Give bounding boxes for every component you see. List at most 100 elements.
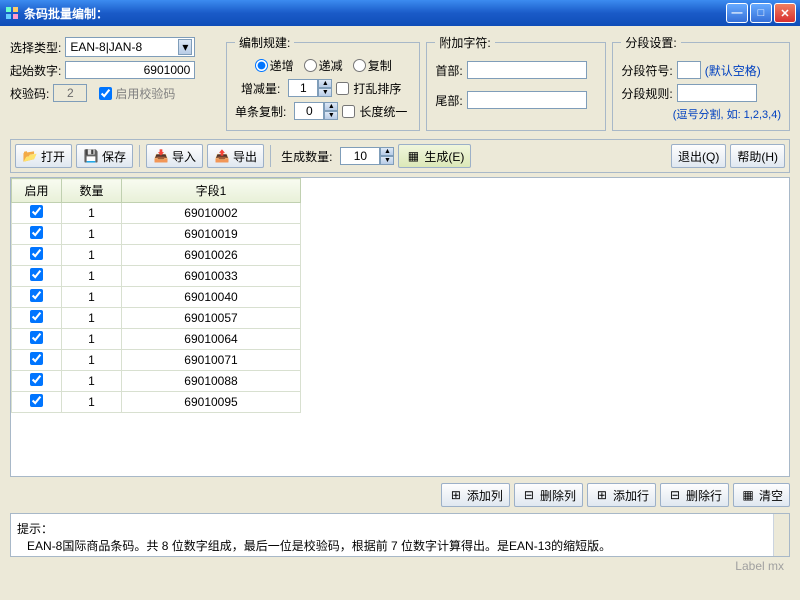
add-col-icon: ⊞ <box>448 487 464 503</box>
table-row[interactable]: 169010057 <box>12 308 301 329</box>
step-spinner[interactable]: ▲▼ <box>288 79 332 97</box>
title-bar: 条码批量编制： — □ ✕ <box>0 0 800 26</box>
seg-hint: (逗号分割, 如: 1,2,3,4) <box>621 106 781 122</box>
chevron-down-icon: ▾ <box>178 39 192 55</box>
row-field1: 69010071 <box>122 350 301 371</box>
row-field1: 69010026 <box>122 245 301 266</box>
seg-symbol-label: 分段符号: <box>621 62 672 79</box>
clear-button[interactable]: ▦清空 <box>733 483 790 507</box>
row-qty: 1 <box>62 371 122 392</box>
type-value: EAN-8|JAN-8 <box>70 40 142 54</box>
row-field1: 69010019 <box>122 224 301 245</box>
clear-icon: ▦ <box>740 487 756 503</box>
row-enable-checkbox[interactable] <box>30 331 43 344</box>
seg-default-link[interactable]: (默认空格) <box>705 62 761 79</box>
row-enable-checkbox[interactable] <box>30 247 43 260</box>
append-legend: 附加字符: <box>435 34 494 51</box>
exit-button[interactable]: 退出(Q) <box>671 144 726 168</box>
scrollbar[interactable] <box>773 514 789 556</box>
col-qty[interactable]: 数量 <box>62 179 122 203</box>
shuffle-checkbox[interactable] <box>336 82 349 95</box>
row-qty: 1 <box>62 329 122 350</box>
table-row[interactable]: 169010019 <box>12 224 301 245</box>
start-number-input[interactable] <box>65 61 195 79</box>
segment-legend: 分段设置: <box>621 34 680 51</box>
settings-row: 选择类型: EAN-8|JAN-8 ▾ 起始数字: 校验码: 启用校验码 编制规… <box>10 34 790 131</box>
head-input[interactable] <box>467 61 587 79</box>
rules-group: 编制规建: 递增 递减 复制 增减量: ▲▼ 打乱排序 单条复制: ▲▼ 长度统… <box>226 34 420 131</box>
row-enable-checkbox[interactable] <box>30 226 43 239</box>
table-row[interactable]: 169010040 <box>12 287 301 308</box>
radio-copy[interactable] <box>353 59 366 72</box>
table-row[interactable]: 169010026 <box>12 245 301 266</box>
hint-box: 提示： EAN-8国际商品条码。共 8 位数字组成，最后一位是校验码，根据前 7… <box>10 513 790 557</box>
append-group: 附加字符: 首部: 尾部: <box>426 34 606 131</box>
footer-brand: Label mx <box>10 557 790 573</box>
maximize-button[interactable]: □ <box>750 3 772 23</box>
seg-rule-label: 分段规则: <box>621 85 672 102</box>
repeat-label: 单条复制: <box>235 103 286 120</box>
add-col-button[interactable]: ⊞添加列 <box>441 483 510 507</box>
data-table-container[interactable]: 启用 数量 字段1 169010002169010019169010026169… <box>10 177 790 477</box>
type-combo[interactable]: EAN-8|JAN-8 ▾ <box>65 37 195 57</box>
row-enable-checkbox[interactable] <box>30 289 43 302</box>
gen-count-spinner[interactable]: ▲▼ <box>340 147 394 165</box>
table-row[interactable]: 169010071 <box>12 350 301 371</box>
export-icon: 📤 <box>214 148 230 164</box>
add-row-icon: ⊞ <box>594 487 610 503</box>
add-row-button[interactable]: ⊞添加行 <box>587 483 656 507</box>
help-button[interactable]: 帮助(H) <box>730 144 785 168</box>
row-qty: 1 <box>62 245 122 266</box>
del-col-button[interactable]: ⊟删除列 <box>514 483 583 507</box>
row-field1: 69010057 <box>122 308 301 329</box>
row-field1: 69010033 <box>122 266 301 287</box>
row-enable-checkbox[interactable] <box>30 394 43 407</box>
window-title: 条码批量编制： <box>24 5 108 22</box>
uniform-length-checkbox[interactable] <box>342 105 355 118</box>
row-qty: 1 <box>62 350 122 371</box>
row-enable-checkbox[interactable] <box>30 205 43 218</box>
segment-group: 分段设置: 分段符号: (默认空格) 分段规则: (逗号分割, 如: 1,2,3… <box>612 34 790 131</box>
rules-legend: 编制规建: <box>235 34 294 51</box>
import-button[interactable]: 📥导入 <box>146 144 203 168</box>
head-label: 首部: <box>435 62 462 79</box>
table-row[interactable]: 169010033 <box>12 266 301 287</box>
close-button[interactable]: ✕ <box>774 3 796 23</box>
open-button[interactable]: 📂打开 <box>15 144 72 168</box>
export-button[interactable]: 📤导出 <box>207 144 264 168</box>
enable-check-checkbox[interactable] <box>99 87 112 100</box>
step-label: 增减量: <box>241 80 280 97</box>
toolbar: 📂打开 💾保存 📥导入 📤导出 生成数量: ▲▼ ▦生成(E) 退出(Q) 帮助… <box>10 139 790 173</box>
row-field1: 69010064 <box>122 329 301 350</box>
del-col-icon: ⊟ <box>521 487 537 503</box>
table-row[interactable]: 169010088 <box>12 371 301 392</box>
app-icon <box>4 5 20 21</box>
hint-label: 提示： <box>17 522 53 536</box>
seg-rule-input[interactable] <box>677 84 757 102</box>
radio-increment[interactable] <box>255 59 268 72</box>
save-button[interactable]: 💾保存 <box>76 144 133 168</box>
del-row-button[interactable]: ⊟删除行 <box>660 483 729 507</box>
start-label: 起始数字: <box>10 62 61 79</box>
table-row[interactable]: 169010064 <box>12 329 301 350</box>
row-qty: 1 <box>62 266 122 287</box>
row-enable-checkbox[interactable] <box>30 310 43 323</box>
table-row[interactable]: 169010095 <box>12 392 301 413</box>
minimize-button[interactable]: — <box>726 3 748 23</box>
tail-input[interactable] <box>467 91 587 109</box>
seg-symbol-input[interactable] <box>677 61 701 79</box>
import-icon: 📥 <box>153 148 169 164</box>
check-label: 校验码: <box>10 85 49 102</box>
col-enabled[interactable]: 启用 <box>12 179 62 203</box>
radio-decrement[interactable] <box>304 59 317 72</box>
table-row[interactable]: 169010002 <box>12 203 301 224</box>
tail-label: 尾部: <box>435 92 462 109</box>
row-enable-checkbox[interactable] <box>30 352 43 365</box>
repeat-spinner[interactable]: ▲▼ <box>294 102 338 120</box>
row-enable-checkbox[interactable] <box>30 373 43 386</box>
row-qty: 1 <box>62 287 122 308</box>
row-enable-checkbox[interactable] <box>30 268 43 281</box>
generate-button[interactable]: ▦生成(E) <box>398 144 471 168</box>
col-field1[interactable]: 字段1 <box>122 179 301 203</box>
type-label: 选择类型: <box>10 39 61 56</box>
